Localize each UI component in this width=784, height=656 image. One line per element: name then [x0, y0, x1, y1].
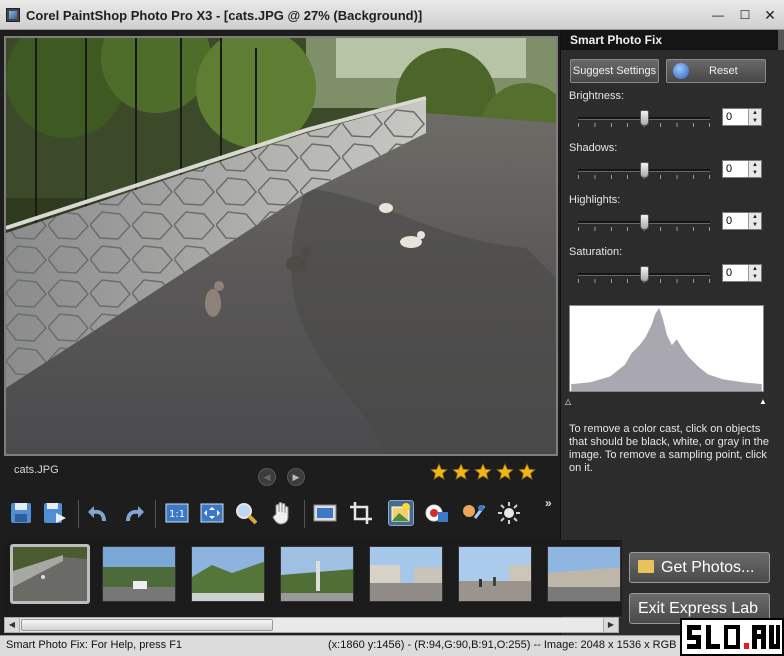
- pan-hand-icon[interactable]: [269, 500, 295, 526]
- scroll-right-button[interactable]: ▶: [603, 618, 618, 632]
- slider-thumb[interactable]: [640, 266, 649, 282]
- reset-icon: [673, 63, 689, 79]
- folder-icon: [638, 560, 654, 573]
- star-icon[interactable]: [496, 463, 514, 481]
- slider-label: Brightness:: [569, 90, 625, 102]
- toolbar-separator: [155, 500, 156, 528]
- spin-up-icon[interactable]: ▲: [749, 161, 761, 169]
- panel-scrollbar[interactable]: [778, 30, 784, 50]
- star-icon[interactable]: [452, 463, 470, 481]
- svg-text:1:1: 1:1: [169, 509, 185, 520]
- value-spinbox[interactable]: 0 ▲ ▼: [722, 108, 762, 126]
- value-spinbox[interactable]: 0 ▲ ▼: [722, 160, 762, 178]
- value-spinbox[interactable]: 0 ▲ ▼: [722, 212, 762, 230]
- value-spinbox[interactable]: 0 ▲ ▼: [722, 264, 762, 282]
- thumbnail-road-trucks[interactable]: [102, 546, 176, 602]
- slider-label: Shadows:: [569, 142, 618, 154]
- fit-window-icon[interactable]: [199, 500, 225, 526]
- star-icon[interactable]: [430, 463, 448, 481]
- image-preview[interactable]: [4, 36, 558, 456]
- toolbar-separator: [78, 500, 79, 528]
- actual-size-icon[interactable]: 1:1: [164, 500, 190, 526]
- spin-down-icon[interactable]: ▼: [749, 273, 761, 281]
- filmstrip-scrollbar[interactable]: ◀ ▶: [4, 617, 619, 633]
- more-tools-chevron-icon[interactable]: »: [545, 496, 552, 510]
- exit-label: Exit Express Lab: [638, 600, 759, 617]
- help-text: To remove a color cast, click on objects…: [569, 423, 769, 474]
- slider-label: Saturation:: [569, 246, 623, 258]
- scroll-left-button[interactable]: ◀: [5, 618, 20, 632]
- slider-label: Highlights:: [569, 194, 621, 206]
- save-as-icon[interactable]: [42, 500, 68, 526]
- minimize-button[interactable]: —: [709, 6, 727, 24]
- white-point-marker[interactable]: ▲: [759, 397, 767, 406]
- zoom-icon[interactable]: [233, 500, 259, 526]
- histogram: [569, 305, 764, 392]
- spin-down-icon[interactable]: ▼: [749, 117, 761, 125]
- spin-down-icon[interactable]: ▼: [749, 221, 761, 229]
- slider-thumb[interactable]: [640, 110, 649, 126]
- slider-thumb[interactable]: [640, 214, 649, 230]
- cats-photo: [6, 38, 556, 454]
- window-title: Corel PaintShop Photo Pro X3 - [cats.JPG…: [26, 8, 423, 23]
- red-eye-icon[interactable]: [424, 500, 450, 526]
- thumbnail-promenade-buildings[interactable]: [369, 546, 443, 602]
- black-point-marker[interactable]: △: [565, 397, 571, 406]
- star-icon[interactable]: [474, 463, 492, 481]
- get-photos-label: Get Photos...: [661, 559, 755, 576]
- previous-image-button[interactable]: ◀: [258, 468, 276, 486]
- toolbar-separator: [304, 500, 305, 528]
- full-screen-icon[interactable]: [312, 500, 338, 526]
- crop-icon[interactable]: [348, 500, 374, 526]
- spin-value[interactable]: 0: [726, 111, 732, 123]
- suggest-settings-button[interactable]: Suggest Settings: [570, 59, 659, 83]
- get-photos-button[interactable]: Get Photos...: [629, 552, 770, 583]
- makeover-icon[interactable]: [460, 500, 486, 526]
- thumbnail-trees-mountain[interactable]: [191, 546, 265, 602]
- status-help: Smart Photo Fix: For Help, press F1: [6, 639, 183, 651]
- toolbar: 1:1 »: [0, 492, 560, 538]
- watermark-logo: [680, 618, 784, 656]
- smart-photo-fix-icon[interactable]: [388, 500, 414, 526]
- undo-icon[interactable]: [86, 500, 112, 526]
- scroll-thumb[interactable]: [21, 619, 273, 631]
- thumbnail-cats[interactable]: [10, 544, 90, 604]
- redo-icon[interactable]: [120, 500, 146, 526]
- fill-light-icon[interactable]: [496, 500, 522, 526]
- save-icon[interactable]: [8, 500, 34, 526]
- thumbnail-monument-trees[interactable]: [280, 546, 354, 602]
- reset-label: Reset: [709, 65, 738, 77]
- status-pixel-info: (x:1860 y:1456) - (R:94,G:90,B:91,O:255)…: [328, 639, 677, 651]
- spin-up-icon[interactable]: ▲: [749, 265, 761, 273]
- spin-buttons: ▲ ▼: [748, 161, 761, 177]
- spin-value[interactable]: 0: [726, 163, 732, 175]
- thumbnail-promenade-people[interactable]: [458, 546, 532, 602]
- file-name: cats.JPG: [14, 464, 59, 476]
- close-button[interactable]: ✕: [761, 6, 779, 24]
- star-icon[interactable]: [518, 463, 536, 481]
- spin-up-icon[interactable]: ▲: [749, 109, 761, 117]
- slider-thumb[interactable]: [640, 162, 649, 178]
- star-rating[interactable]: [430, 463, 540, 484]
- spin-buttons: ▲ ▼: [748, 213, 761, 229]
- thumbnail-harbor-buildings[interactable]: [547, 546, 621, 602]
- next-image-button[interactable]: ▶: [287, 468, 305, 486]
- spin-value[interactable]: 0: [726, 215, 732, 227]
- spin-up-icon[interactable]: ▲: [749, 213, 761, 221]
- spin-down-icon[interactable]: ▼: [749, 169, 761, 177]
- status-bar: Smart Photo Fix: For Help, press F1 (x:1…: [0, 635, 784, 656]
- spin-buttons: ▲ ▼: [748, 265, 761, 281]
- reset-button[interactable]: Reset: [666, 59, 766, 83]
- title-bar: Corel PaintShop Photo Pro X3 - [cats.JPG…: [0, 0, 784, 30]
- filmstrip: [4, 540, 622, 616]
- maximize-button[interactable]: ☐: [736, 6, 754, 24]
- panel-title: Smart Photo Fix: [561, 30, 784, 50]
- spin-value[interactable]: 0: [726, 267, 732, 279]
- spin-buttons: ▲ ▼: [748, 109, 761, 125]
- app-icon[interactable]: [6, 8, 20, 22]
